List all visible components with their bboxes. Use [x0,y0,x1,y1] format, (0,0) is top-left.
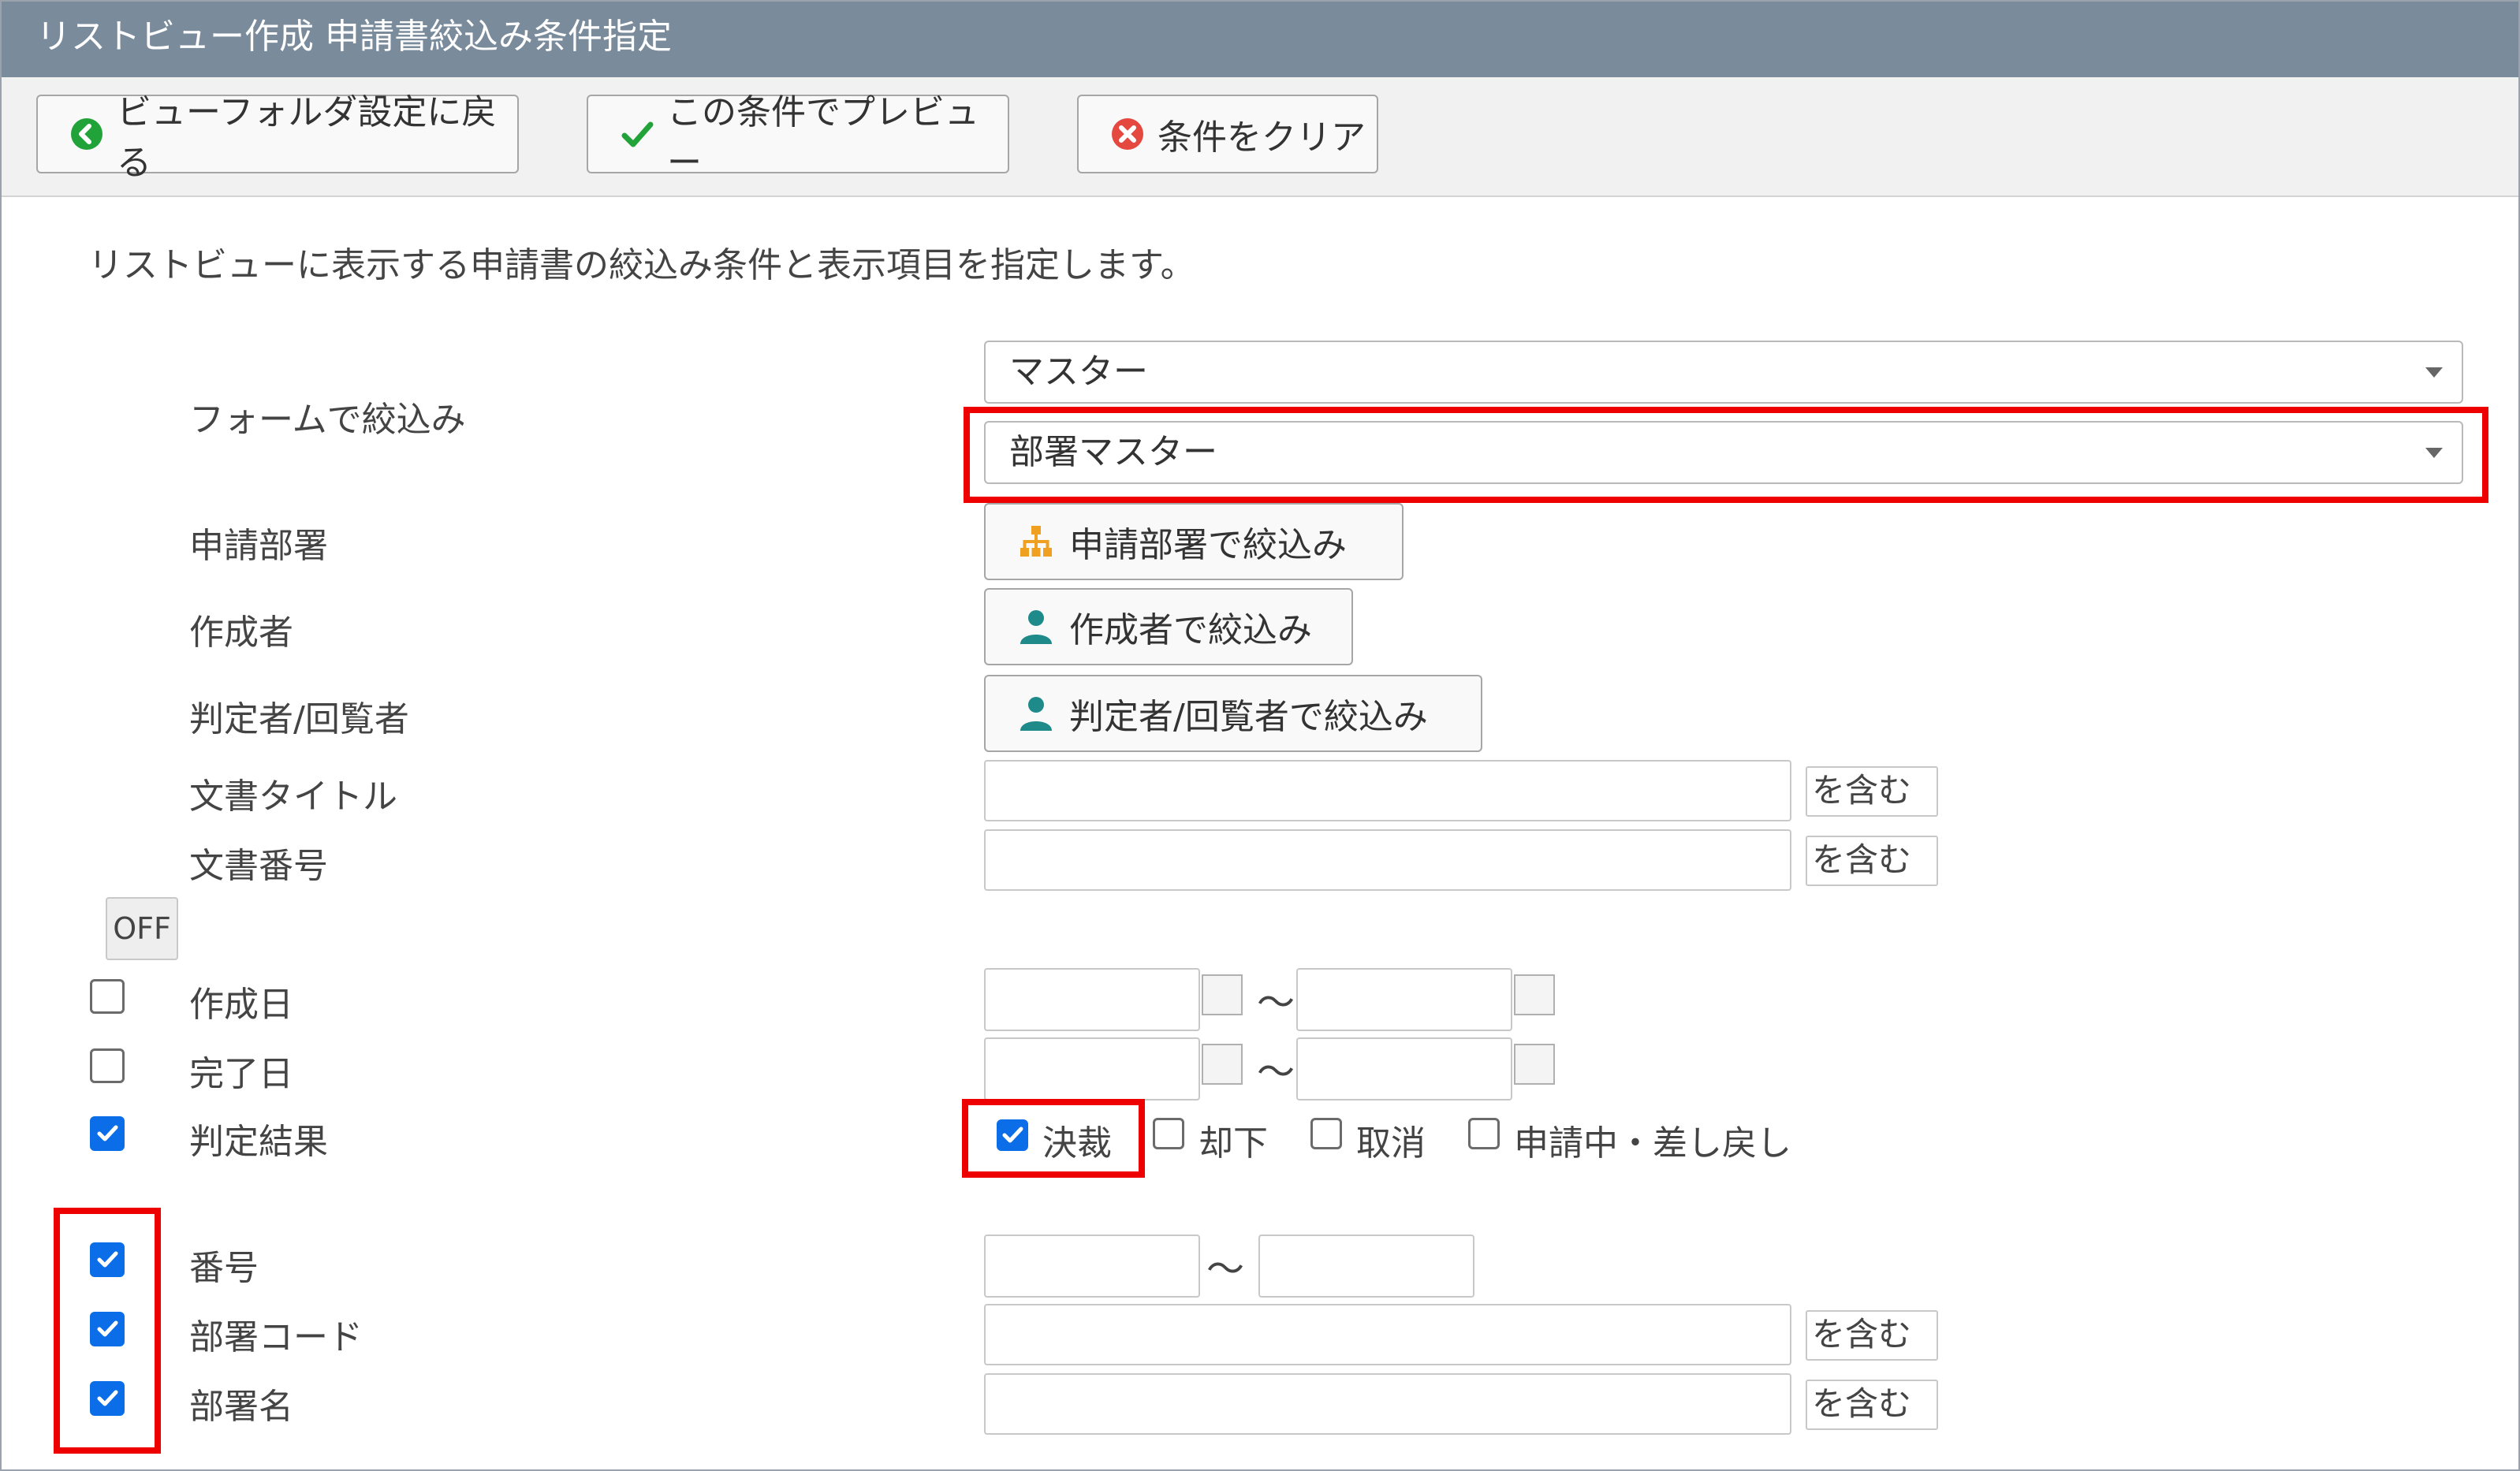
calendar-icon[interactable] [1202,1044,1243,1085]
clear-button-label: 条件をクリア [1157,117,1366,158]
result-pending-label: 申請中・差し戻し [1514,1123,1791,1164]
completed-date-from-input[interactable] [984,1037,1200,1100]
clear-x-icon [1110,117,1145,151]
result-rejected-checkbox[interactable] [1153,1118,1184,1149]
highlight-approved [962,1099,1145,1178]
result-pending-checkbox[interactable] [1468,1118,1500,1149]
created-date-to-input[interactable] [1296,968,1512,1031]
page-description: リストビューに表示する申請書の絞込み条件と表示項目を指定します。 [88,245,1195,285]
highlight-form-select [964,407,2488,503]
toggle-all-off-button[interactable]: OFF [106,897,178,960]
highlight-display-checkboxes [54,1208,161,1454]
dept-filter-button[interactable]: 申請部署で絞込み [984,503,1404,580]
form-filter-label: フォームで絞込み [189,400,466,440]
form-category-value: マスター [1009,352,1148,392]
created-date-from-input[interactable] [984,968,1200,1031]
dept-code-input[interactable] [984,1304,1791,1365]
judge-filter-label: 判定者/回覧者 [189,699,409,739]
range-separator: ～ [1257,981,1295,1025]
person-icon [1017,695,1055,732]
number-from-input[interactable] [984,1235,1200,1298]
preview-button[interactable]: この条件でプレビュー [587,92,1009,183]
dept-name-label: 部署名 [189,1387,293,1427]
result-label: 判定結果 [189,1122,328,1162]
judge-filter-button[interactable]: 判定者/回覧者で絞込み [984,675,1482,752]
person-icon [1017,608,1055,646]
back-to-view-folder-button[interactable]: ビューフォルダ設定に戻る [36,92,519,183]
back-arrow-icon [69,117,104,151]
doc-number-input[interactable] [984,829,1791,891]
author-filter-button-label: 作成者で絞込み [1069,610,1312,650]
calendar-icon[interactable] [1514,974,1555,1015]
author-filter-label: 作成者 [189,613,293,653]
dept-filter-button-label: 申請部署で絞込み [1069,525,1347,565]
created-date-label: 作成日 [189,985,293,1025]
back-button-label: ビューフォルダ設定に戻る [117,92,497,183]
doc-number-match-select[interactable]: を含む [1806,836,1938,886]
doc-title-input[interactable] [984,760,1791,821]
calendar-icon[interactable] [1202,974,1243,1015]
created-date-checkbox[interactable] [90,979,125,1014]
dept-name-match-select[interactable]: を含む [1806,1380,1938,1430]
dept-code-label: 部署コード [189,1317,363,1357]
calendar-icon[interactable] [1514,1044,1555,1085]
form-category-select[interactable]: マスター [984,341,2463,404]
result-cancelled-label: 取消 [1356,1123,1426,1164]
doc-title-label: 文書タイトル [189,776,397,817]
clear-conditions-button[interactable]: 条件をクリア [1077,95,1378,173]
doc-number-label: 文書番号 [189,846,328,886]
author-filter-button[interactable]: 作成者で絞込み [984,588,1353,665]
result-rejected-label: 却下 [1198,1123,1268,1164]
dept-code-match-select[interactable]: を含む [1806,1310,1938,1361]
range-separator: ～ [1257,1050,1295,1094]
number-label: 番号 [189,1248,259,1288]
completed-date-to-input[interactable] [1296,1037,1512,1100]
chevron-down-icon [2425,367,2443,378]
toolbar: ビューフォルダ設定に戻る この条件でプレビュー 条件をクリア [2,77,2518,197]
result-cancelled-checkbox[interactable] [1310,1118,1342,1149]
completed-date-label: 完了日 [189,1054,293,1094]
dept-filter-label: 申請部署 [189,526,328,566]
dept-name-input[interactable] [984,1373,1791,1435]
completed-date-checkbox[interactable] [90,1048,125,1083]
org-chart-icon [1017,523,1055,560]
preview-button-label: この条件でプレビュー [667,92,979,183]
judge-filter-button-label: 判定者/回覧者で絞込み [1069,697,1428,737]
range-separator: ～ [1206,1247,1245,1291]
doc-title-match-select[interactable]: を含む [1806,766,1938,817]
number-to-input[interactable] [1258,1235,1474,1298]
check-icon [620,117,654,151]
result-checkbox[interactable] [90,1116,125,1151]
window-title: リストビュー作成 申請書絞込み条件指定 [2,2,2518,77]
